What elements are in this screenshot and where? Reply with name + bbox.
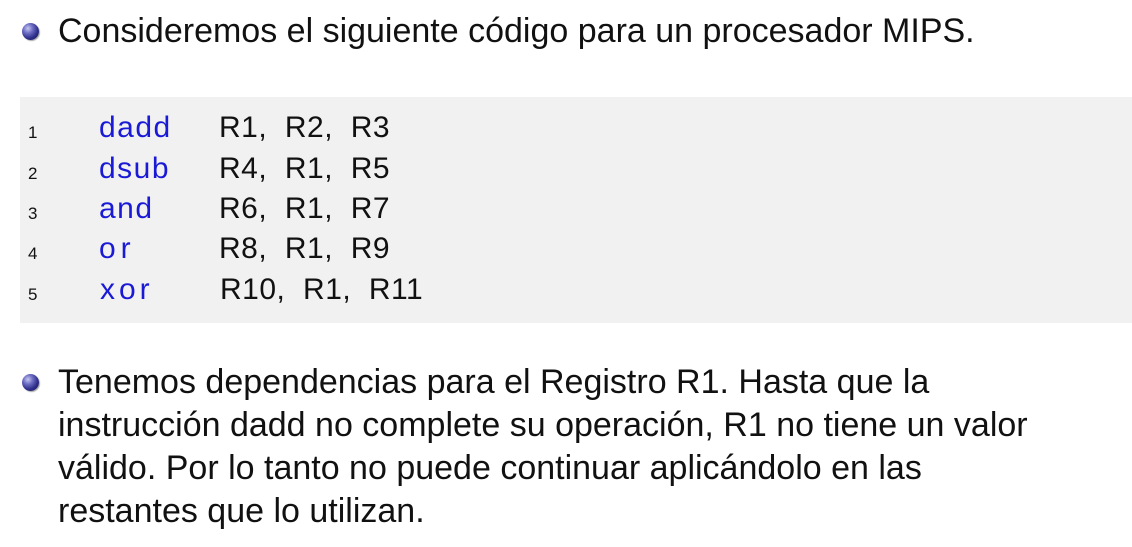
instruction-opcode: dadd [99,111,172,144]
paragraph-line: instrucción dadd no complete su operació… [58,406,1028,444]
bullet-ball-icon [22,374,39,391]
bullet-ball-icon [22,23,39,40]
intro-bullet-text: Consideremos el siguiente código para un… [58,12,975,50]
code-listing: 1 dadd R1, R2, R3 2 dsub R4, R1, R5 3 an… [20,97,1132,323]
paragraph-line: válido. Por lo tanto no puede continuar … [58,449,922,487]
line-number: 3 [28,204,38,223]
line-number: 4 [28,244,38,263]
line-number: 1 [28,123,38,142]
code-line: 5 xor R10, R1, R11 [20,273,1132,313]
code-line: 2 dsub R4, R1, R5 [20,152,1132,192]
code-line: 3 and R6, R1, R7 [20,192,1132,232]
instruction-operands: R4, R1, R5 [219,152,391,185]
instruction-operands: R1, R2, R3 [219,111,391,144]
instruction-operands: R8, R1, R9 [219,232,391,265]
line-number: 2 [28,164,38,183]
code-line: 1 dadd R1, R2, R3 [20,111,1132,151]
instruction-opcode: dsub [99,152,171,185]
paragraph-line: restantes que lo utilizan. [58,492,425,530]
instruction-opcode: xor [100,273,154,306]
instruction-operands: R6, R1, R7 [219,192,391,225]
instruction-operands: R10, R1, R11 [220,273,424,306]
instruction-opcode: or [99,232,136,265]
paragraph-line: Tenemos dependencias para el Registro R1… [58,363,930,401]
line-number: 5 [28,285,38,304]
instruction-opcode: and [99,192,154,225]
code-line: 4 or R8, R1, R9 [20,232,1132,272]
explanation-paragraph: Tenemos dependencias para el Registro R1… [58,361,1128,533]
